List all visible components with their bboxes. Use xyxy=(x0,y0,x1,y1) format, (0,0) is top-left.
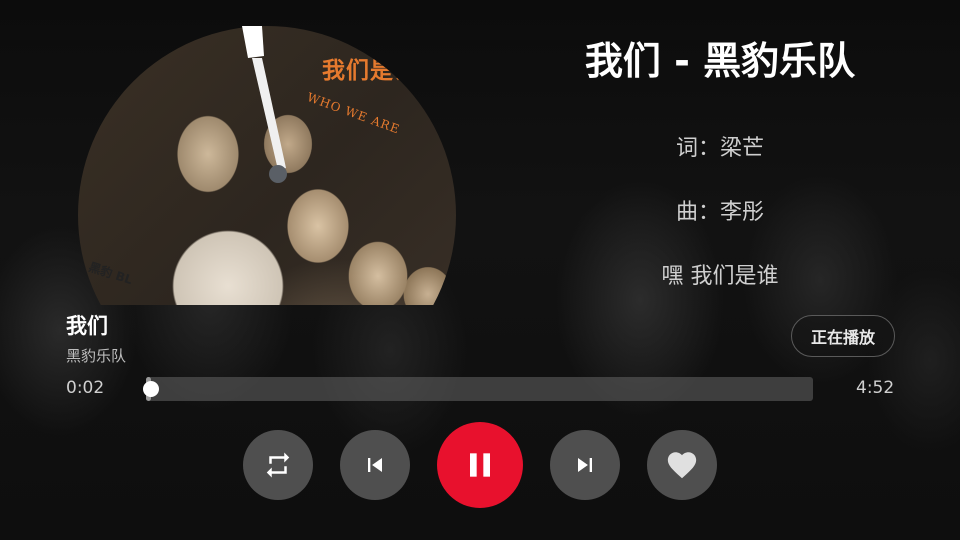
now-playing-button[interactable]: 正在播放 xyxy=(791,315,895,357)
pause-icon xyxy=(470,453,490,477)
track-title: 我们 xyxy=(66,314,108,338)
skip-previous-icon xyxy=(368,458,382,472)
skip-next-icon xyxy=(578,458,592,472)
progress-thumb[interactable] xyxy=(142,381,159,397)
album-cover-title: 我们是谁 xyxy=(322,58,418,84)
favorite-button[interactable] xyxy=(647,430,717,500)
time-elapsed: 0:02 xyxy=(66,378,105,398)
player-screen: 我们是谁 WHO WE ARE 黑豹 BL 我们 - 黑豹乐队 词：梁芒 曲：李… xyxy=(0,0,960,540)
song-heading: 我们 - 黑豹乐队 xyxy=(584,39,856,83)
track-artist: 黑豹乐队 xyxy=(66,347,127,365)
next-button[interactable] xyxy=(550,430,620,500)
repeat-button[interactable] xyxy=(243,430,313,500)
previous-button[interactable] xyxy=(340,430,410,500)
progress-bar[interactable] xyxy=(142,377,813,401)
heart-icon xyxy=(667,452,697,479)
play-pause-button[interactable] xyxy=(437,422,523,508)
lyric-line: 嘿 我们是谁 xyxy=(661,264,779,289)
time-total: 4:52 xyxy=(856,378,895,398)
lyric-line: 曲：李彤 xyxy=(675,200,764,225)
lyrics-panel[interactable]: 词：梁芒 曲：李彤 嘿 我们是谁 xyxy=(560,130,880,322)
repeat-icon xyxy=(266,452,290,478)
tonearm xyxy=(242,26,287,183)
lyric-line: 词：梁芒 xyxy=(675,136,764,161)
